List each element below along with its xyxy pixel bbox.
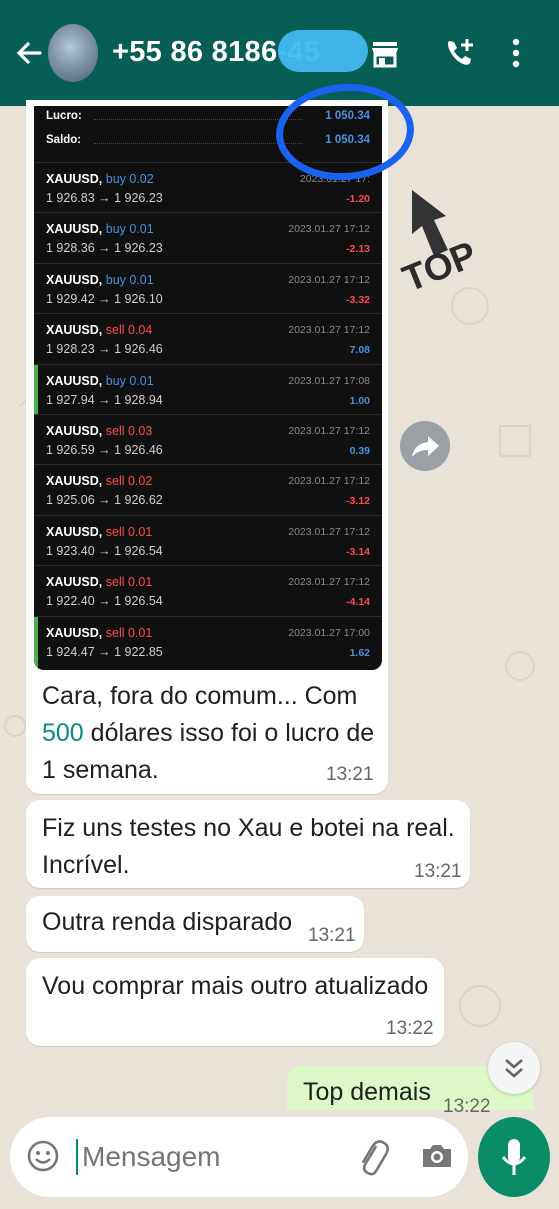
mic-button[interactable] bbox=[478, 1117, 550, 1197]
trade-date: 2023.01.27 17:08 bbox=[288, 374, 370, 387]
mic-icon bbox=[501, 1139, 527, 1175]
more-options-icon[interactable] bbox=[506, 36, 526, 70]
trade-symbol: XAUUSD, sell 0.01 bbox=[46, 524, 153, 539]
trade-row: XAUUSD, buy 0.01 1 927.94 → 1 928.94 2023.… bbox=[34, 363, 382, 415]
trade-symbol: XAUUSD, sell 0.03 bbox=[46, 424, 153, 438]
message-bubble[interactable]: Outra renda disparado 13:21 bbox=[26, 896, 364, 952]
message-bubble[interactable]: Fiz uns testes no Xau e botei na real. I… bbox=[26, 800, 470, 888]
trade-symbol: XAUUSD, sell 0.02 bbox=[46, 474, 153, 489]
trade-row: XAUUSD, buy 0.01 1 929.42 → 1 926.10 2023.… bbox=[34, 262, 382, 314]
trade-profit: 1.62 bbox=[349, 646, 370, 659]
trade-date: 2023.01.27 17:12 bbox=[288, 475, 370, 488]
summary-label: Saldo: bbox=[46, 134, 82, 146]
trade-profit: -1.20 bbox=[346, 193, 370, 205]
trade-profit: 0.39 bbox=[349, 445, 370, 457]
trade-row: XAUUSD, sell 0.01 1 924.47 → 1 922.85 2023… bbox=[34, 615, 382, 667]
message-text: Cara, fora do comum... Com 500 dólares i… bbox=[42, 682, 375, 784]
forward-icon bbox=[412, 436, 439, 457]
add-call-icon[interactable] bbox=[443, 36, 477, 70]
message-time: 13:21 bbox=[414, 861, 462, 882]
message-time: 13:21 bbox=[326, 764, 374, 785]
trade-prices: 1 925.06 → 1 926.62 bbox=[46, 493, 163, 508]
trade-row: XAUUSD, buy 0.01 1 928.36 → 1 926.23 2023.… bbox=[34, 212, 382, 263]
trade-symbol: XAUUSD, sell 0.04 bbox=[46, 323, 153, 338]
message-input[interactable] bbox=[80, 1133, 334, 1181]
trade-symbol: XAUUSD, buy 0.01 bbox=[46, 222, 154, 237]
trade-prices: 1 923.40 → 1 926.54 bbox=[46, 543, 163, 558]
message-input-bar bbox=[10, 1117, 468, 1197]
message-text: Top demais bbox=[303, 1078, 431, 1106]
message-text: Outra renda disparado bbox=[42, 908, 293, 936]
trade-symbol: XAUUSD, buy 0.01 bbox=[46, 272, 154, 287]
trade-profit: -2.13 bbox=[346, 243, 370, 256]
trade-row: XAUUSD, sell 0.02 1 925.06 → 1 926.62 2023… bbox=[34, 464, 382, 515]
row-indicator bbox=[34, 364, 38, 415]
trade-profit: -3.14 bbox=[346, 545, 370, 558]
trade-profit: 7.08 bbox=[349, 344, 370, 357]
back-arrow-icon[interactable] bbox=[14, 38, 44, 74]
trade-date: 2023.01.27 17:12 bbox=[288, 425, 370, 437]
trade-symbol: XAUUSD, sell 0.01 bbox=[46, 625, 153, 640]
number-link[interactable]: 500 bbox=[42, 719, 84, 747]
message-time: 13:22 bbox=[386, 1018, 434, 1039]
store-icon[interactable] bbox=[368, 36, 402, 70]
trade-row: XAUUSD, sell 0.01 1 923.40 → 1 926.54 2023… bbox=[34, 514, 382, 566]
double-chevron-down-icon bbox=[505, 1059, 523, 1078]
trade-prices: 1 927.94 → 1 928.94 bbox=[46, 392, 163, 407]
trade-symbol: XAUUSD, buy 0.01 bbox=[46, 373, 154, 388]
trade-profit: -4.14 bbox=[346, 596, 370, 609]
trade-history-screenshot[interactable]: Lucro: 1 050.34 Saldo: 1 050.34 XAUUSD, … bbox=[34, 106, 382, 670]
message-time: 13:22 bbox=[443, 1096, 491, 1117]
forward-button[interactable] bbox=[400, 421, 450, 471]
message-text: Fiz uns testes no Xau e botei na real. I… bbox=[42, 814, 455, 879]
trade-profit: 1.00 bbox=[349, 394, 370, 407]
trade-prices: 1 924.47 → 1 922.85 bbox=[46, 644, 163, 659]
trade-row: XAUUSD, sell 0.03 1 926.59 → 1 926.46 2023… bbox=[34, 414, 382, 465]
trade-date: 2023.01.27 17:12 bbox=[288, 324, 370, 337]
trade-profit: -3.12 bbox=[346, 495, 370, 508]
trade-row: XAUUSD, sell 0.04 1 928.23 → 1 926.46 2023… bbox=[34, 313, 382, 364]
trade-date: 2023.01.27 17:00 bbox=[288, 626, 370, 639]
trade-prices: 1 926.83 → 1 926.23 bbox=[46, 191, 163, 205]
trade-prices: 1 928.36 → 1 926.23 bbox=[46, 241, 163, 256]
scroll-down-button[interactable] bbox=[488, 1042, 540, 1094]
trade-profit: -3.32 bbox=[346, 293, 370, 306]
message-text: Vou comprar mais outro atualizado bbox=[42, 972, 429, 1000]
message-time: 13:21 bbox=[308, 925, 356, 946]
chat-header: +55 86 8186-45 bbox=[0, 0, 559, 106]
trade-prices: 1 926.59 → 1 926.46 bbox=[46, 443, 163, 457]
trade-prices: 1 929.42 → 1 926.10 bbox=[46, 291, 163, 306]
trade-prices: 1 928.23 → 1 926.46 bbox=[46, 342, 163, 357]
trade-date: 2023.01.27 17:12 bbox=[288, 223, 370, 236]
trade-symbol: XAUUSD, sell 0.01 bbox=[46, 575, 153, 590]
redaction-scribble bbox=[278, 30, 368, 72]
emoji-icon[interactable] bbox=[26, 1139, 60, 1178]
trade-prices: 1 922.40 → 1 926.54 bbox=[46, 594, 163, 609]
trade-date: 2023.01.27 17:12 bbox=[288, 273, 370, 286]
summary-label: Lucro: bbox=[46, 110, 82, 122]
contact-avatar[interactable] bbox=[48, 24, 98, 82]
message-bubble[interactable]: Vou comprar mais outro atualizado 13:22 bbox=[26, 958, 444, 1046]
trade-symbol: XAUUSD, buy 0.02 bbox=[46, 172, 154, 186]
trade-row: XAUUSD, sell 0.01 1 922.40 → 1 926.54 2023… bbox=[34, 565, 382, 616]
camera-icon[interactable] bbox=[420, 1139, 454, 1178]
row-indicator bbox=[34, 616, 38, 667]
trade-date: 2023.01.27 17:12 bbox=[288, 525, 370, 538]
trade-date: 2023.01.27 17:12 bbox=[288, 576, 370, 589]
attach-icon[interactable] bbox=[354, 1137, 390, 1182]
